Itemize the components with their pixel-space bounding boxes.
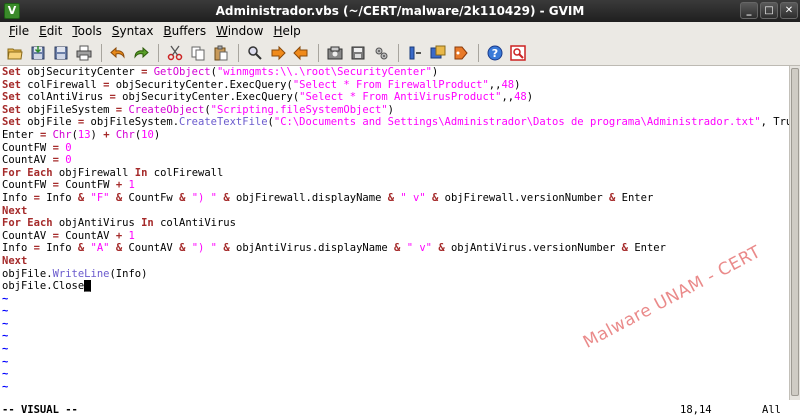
code-line[interactable]: CountAV = CountAV + 1	[0, 230, 789, 243]
toolbar-separator	[398, 43, 399, 62]
help-icon[interactable]: ?	[484, 42, 506, 64]
undo-icon[interactable]	[107, 42, 129, 64]
toolbar-separator	[318, 43, 319, 62]
window-title: Administrador.vbs (~/CERT/malware/2k1104…	[215, 4, 585, 18]
run-script-icon[interactable]	[370, 42, 392, 64]
code-line[interactable]: For Each objFirewall In colFirewall	[0, 167, 789, 180]
status-line: -- VISUAL -- 18,14 All	[0, 400, 800, 420]
code-line[interactable]: Set objSecurityCenter = GetObject("winmg…	[0, 66, 789, 79]
toolbar-separator	[101, 43, 102, 62]
empty-line-marker: ~	[2, 368, 9, 381]
toolbar-separator	[478, 43, 479, 62]
code-line[interactable]: Set colAntiVirus = objSecurityCenter.Exe…	[0, 91, 789, 104]
print-icon[interactable]	[73, 42, 95, 64]
title-bar: V Administrador.vbs (~/CERT/malware/2k11…	[0, 0, 800, 22]
empty-line-marker: ~	[2, 380, 9, 393]
shell-icon[interactable]	[427, 42, 449, 64]
close-button[interactable]: ✕	[780, 2, 798, 19]
redo-icon[interactable]	[130, 42, 152, 64]
empty-line-marker: ~	[2, 355, 9, 368]
cut-icon[interactable]	[164, 42, 186, 64]
editor-buffer[interactable]: Set objSecurityCenter = GetObject("winmg…	[0, 66, 789, 400]
code-line[interactable]: Enter = Chr(13) + Chr(10)	[0, 129, 789, 142]
find-tag-icon[interactable]	[450, 42, 472, 64]
save-icon[interactable]	[27, 42, 49, 64]
code-line[interactable]: CountFW = 0	[0, 142, 789, 155]
paste-icon[interactable]	[210, 42, 232, 64]
menu-tools[interactable]: Tools	[67, 24, 107, 38]
find-replace-icon[interactable]	[244, 42, 266, 64]
toolbar-separator	[158, 43, 159, 62]
code-line[interactable]: CountFW = CountFW + 1	[0, 179, 789, 192]
empty-line-marker: ~	[2, 317, 9, 330]
find-help-icon[interactable]	[507, 42, 529, 64]
vertical-scrollbar[interactable]	[789, 66, 800, 400]
menu-syntax[interactable]: Syntax	[107, 24, 159, 38]
scroll-indicator: All	[762, 404, 781, 416]
minimize-button[interactable]: _	[740, 2, 758, 19]
menu-window[interactable]: Window	[211, 24, 268, 38]
empty-line-marker: ~	[2, 330, 9, 343]
code-line[interactable]: Info = Info & "A" & CountAV & ") " & obj…	[0, 242, 789, 255]
menu-file[interactable]: File	[4, 24, 34, 38]
empty-line-marker: ~	[2, 343, 9, 356]
load-session-icon[interactable]	[324, 42, 346, 64]
toolbar: ?	[0, 40, 800, 66]
code-area[interactable]: Set objSecurityCenter = GetObject("winmg…	[0, 66, 789, 293]
toolbar-separator	[238, 43, 239, 62]
mode-indicator: -- VISUAL --	[2, 404, 78, 416]
menu-edit[interactable]: Edit	[34, 24, 67, 38]
make-icon[interactable]	[404, 42, 426, 64]
find-prev-icon[interactable]	[290, 42, 312, 64]
save-all-icon[interactable]	[50, 42, 72, 64]
code-line[interactable]: Set colFirewall = objSecurityCenter.Exec…	[0, 79, 789, 92]
cursor-position: 18,14	[680, 404, 712, 416]
code-line[interactable]: For Each objAntiVirus In colAntiVirus	[0, 217, 789, 230]
svg-text:?: ?	[492, 47, 498, 60]
copy-icon[interactable]	[187, 42, 209, 64]
code-line[interactable]: CountAV = 0	[0, 154, 789, 167]
code-line[interactable]: Next	[0, 255, 789, 268]
code-line[interactable]: Next	[0, 205, 789, 218]
code-line[interactable]: Info = Info & "F" & CountFw & ") " & obj…	[0, 192, 789, 205]
find-next-icon[interactable]	[267, 42, 289, 64]
menu-buffers[interactable]: Buffers	[158, 24, 211, 38]
scrollbar-thumb[interactable]	[791, 68, 799, 396]
menu-bar: File Edit Tools Syntax Buffers Window He…	[0, 22, 800, 40]
code-line[interactable]: Set objFile = objFileSystem.CreateTextFi…	[0, 116, 789, 129]
code-line[interactable]: objFile.WriteLine(Info)	[0, 268, 789, 281]
code-line[interactable]: Set objFileSystem = CreateObject("Script…	[0, 104, 789, 117]
save-session-icon[interactable]	[347, 42, 369, 64]
open-icon[interactable]	[4, 42, 26, 64]
maximize-button[interactable]: □	[760, 2, 778, 19]
menu-help[interactable]: Help	[268, 24, 305, 38]
